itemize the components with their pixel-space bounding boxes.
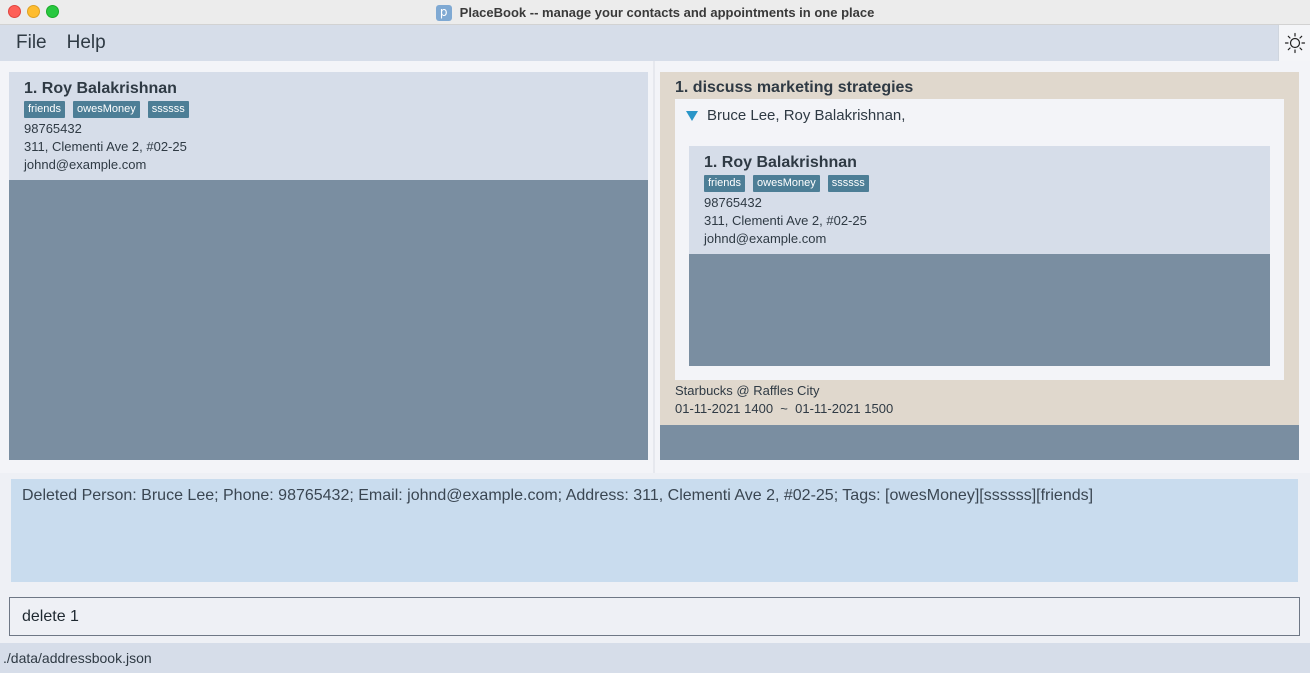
person-list-panel[interactable]: 1. Roy Balakrishnan friends owesMoney ss…: [9, 72, 648, 460]
expand-triangle-icon[interactable]: [686, 110, 698, 121]
person-address: 311, Clementi Ave 2, #02-25: [24, 139, 187, 154]
result-display: Deleted Person: Bruce Lee; Phone: 987654…: [11, 479, 1298, 582]
appointment-location: Starbucks @ Raffles City: [675, 383, 820, 398]
tag: ssssss: [827, 175, 869, 192]
tag: friends: [24, 101, 66, 118]
tag: owesMoney: [753, 175, 820, 192]
tag: friends: [704, 175, 746, 192]
appointment-card[interactable]: 1. discuss marketing strategies Bruce Le…: [660, 72, 1299, 425]
command-input[interactable]: delete 1: [9, 597, 1300, 636]
window-title: PlaceBook -- manage your contacts and ap…: [459, 5, 875, 20]
person-name: 1. Roy Balakrishnan: [24, 80, 177, 97]
menu-bar: File Help: [0, 25, 1278, 61]
title-bar: p PlaceBook -- manage your contacts and …: [0, 0, 1310, 25]
main-area: 1. Roy Balakrishnan friends owesMoney ss…: [0, 61, 1310, 473]
client-tags: friends owesMoney ssssss: [704, 175, 1255, 192]
appointment-description: 1. discuss marketing strategies: [675, 79, 914, 96]
appointment-client-list[interactable]: 1. Roy Balakrishnan friends owesMoney ss…: [689, 146, 1270, 366]
panel-divider[interactable]: [653, 61, 655, 473]
person-email: johnd@example.com: [24, 157, 147, 172]
client-address: 311, Clementi Ave 2, #02-25: [704, 213, 867, 228]
clients-dropdown[interactable]: Bruce Lee, Roy Balakrishnan,: [686, 107, 905, 124]
tag: ssssss: [147, 101, 189, 118]
sun-icon: [1284, 32, 1305, 54]
window-title-wrap: p PlaceBook -- manage your contacts and …: [0, 0, 1310, 25]
client-name: 1. Roy Balakrishnan: [704, 154, 857, 171]
menu-file[interactable]: File: [6, 32, 57, 54]
theme-toggle-button[interactable]: [1278, 25, 1310, 61]
appointment-time: 01-11-2021 1400 ~ 01-11-2021 1500: [675, 401, 894, 416]
clients-summary: Bruce Lee, Roy Balakrishnan,: [707, 107, 906, 124]
person-card[interactable]: 1. Roy Balakrishnan friends owesMoney ss…: [9, 72, 648, 180]
client-card[interactable]: 1. Roy Balakrishnan friends owesMoney ss…: [689, 146, 1270, 254]
client-phone: 98765432: [704, 195, 762, 210]
tag: owesMoney: [73, 101, 140, 118]
appointment-clients-pane: Bruce Lee, Roy Balakrishnan, 1. Roy Bala…: [675, 99, 1284, 380]
status-bar: ./data/addressbook.json: [0, 643, 1310, 673]
appointment-list-panel[interactable]: 1. discuss marketing strategies Bruce Le…: [660, 72, 1299, 460]
person-phone: 98765432: [24, 121, 82, 136]
app-icon: p: [435, 4, 452, 21]
save-location: ./data/addressbook.json: [3, 650, 152, 666]
appointment-meta: Starbucks @ Raffles City 01-11-2021 1400…: [675, 382, 893, 418]
menu-help[interactable]: Help: [57, 32, 116, 54]
client-email: johnd@example.com: [704, 231, 827, 246]
person-tags: friends owesMoney ssssss: [24, 101, 633, 118]
